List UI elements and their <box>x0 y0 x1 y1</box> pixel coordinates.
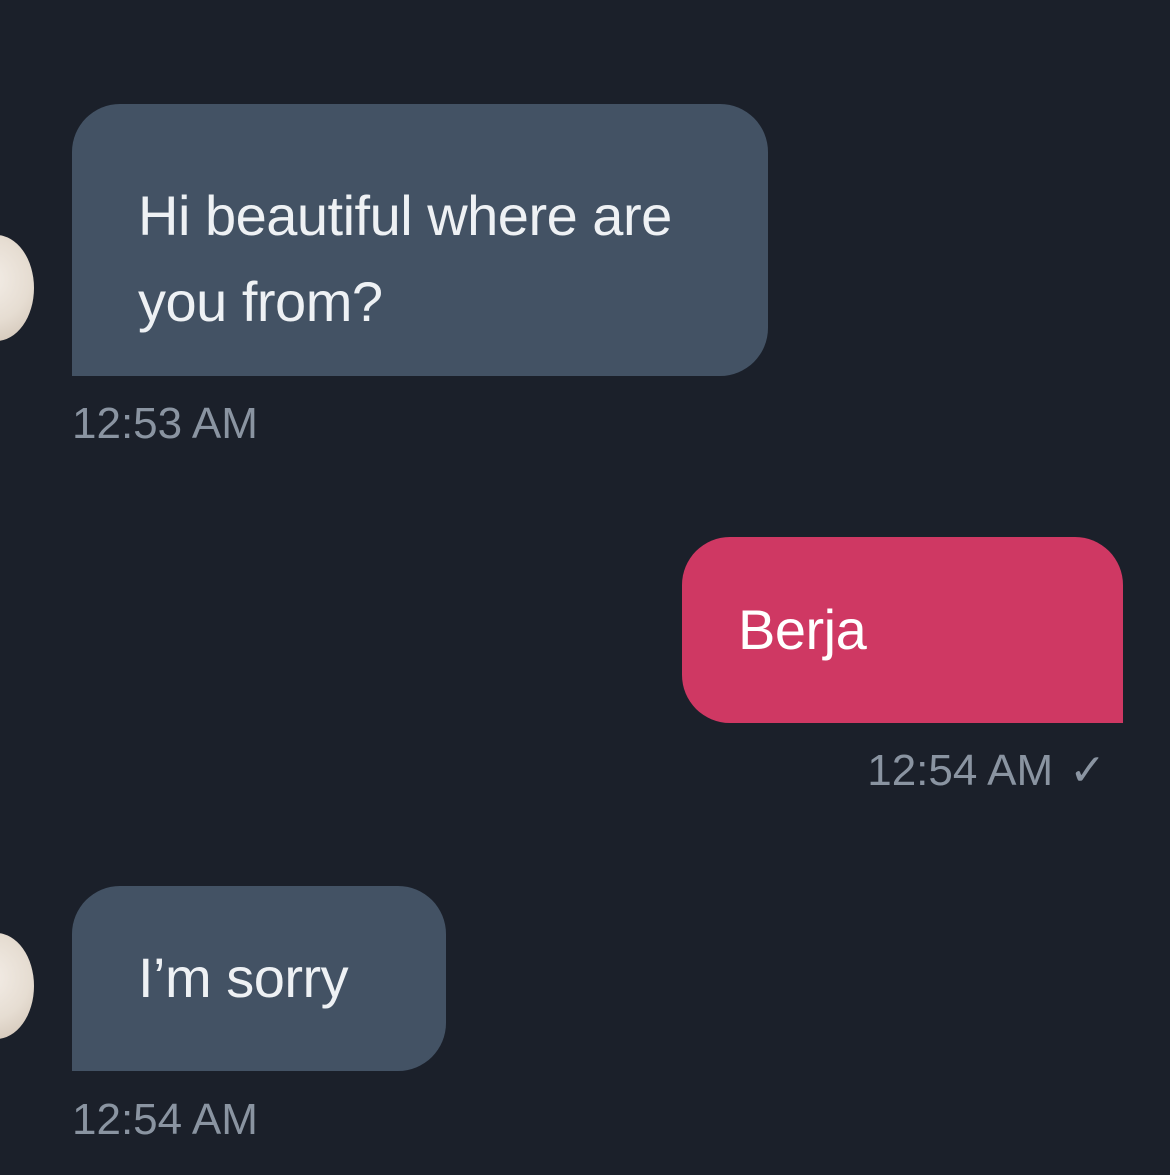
checkmark-icon: ✓ <box>1069 746 1106 795</box>
contact-avatar[interactable] <box>0 933 34 1039</box>
outgoing-message-bubble[interactable]: Berja <box>682 537 1123 723</box>
contact-avatar[interactable] <box>0 235 34 341</box>
message-text: I’m sorry <box>138 946 349 1009</box>
message-text: Berja <box>738 598 867 661</box>
message-timestamp: 12:54 AM <box>867 746 1054 795</box>
message-timestamp-row: 12:54 AM ✓ <box>867 745 1106 796</box>
message-timestamp: 12:54 AM <box>72 1095 258 1144</box>
message-timestamp: 12:53 AM <box>72 399 258 448</box>
message-text: Hi beautiful where are you from? <box>138 184 672 333</box>
incoming-message-bubble[interactable]: I’m sorry <box>72 886 446 1071</box>
incoming-message-bubble[interactable]: Hi beautiful where are you from? <box>72 104 768 376</box>
